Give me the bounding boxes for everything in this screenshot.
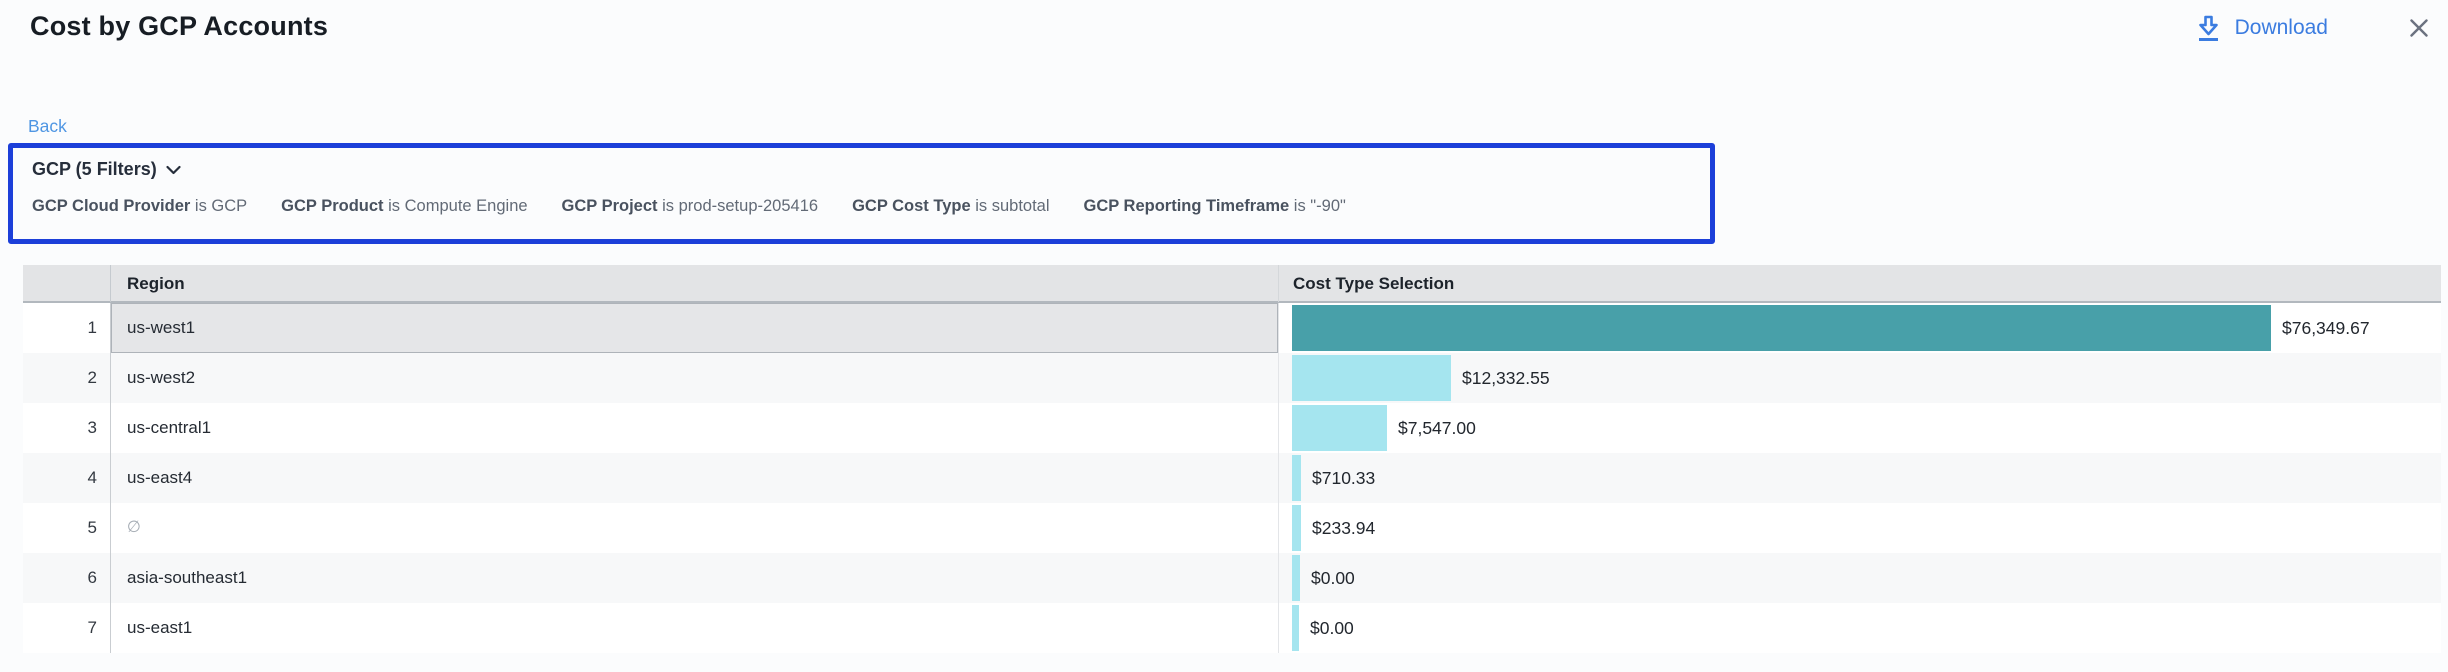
filter-name: GCP Project <box>562 197 658 215</box>
table-row[interactable]: 1us-west1 $76,349.67 <box>23 303 2441 353</box>
filter-item: GCP Cost Type is subtotal <box>852 197 1049 216</box>
table-row[interactable]: 6asia-southeast1 $0.00 <box>23 553 2441 603</box>
back-link[interactable]: Back <box>28 116 67 137</box>
table-row[interactable]: 7us-east1 $0.00 <box>23 603 2441 653</box>
close-icon <box>2409 18 2429 38</box>
page-title: Cost by GCP Accounts <box>30 11 328 42</box>
cost-report-panel: Cost by GCP Accounts Download Back GCP (… <box>0 0 2448 672</box>
cost-value: $0.00 <box>1311 568 1355 589</box>
cost-bar <box>1292 455 1301 501</box>
row-number: 3 <box>23 403 110 453</box>
region-cell[interactable]: us-central1 <box>110 403 1278 453</box>
filter-name: GCP Product <box>281 197 383 215</box>
region-cell[interactable]: us-east1 <box>110 603 1278 653</box>
cost-bar <box>1292 305 2271 351</box>
filter-item: GCP Product is Compute Engine <box>281 197 527 216</box>
close-button[interactable] <box>2406 15 2432 41</box>
cost-value: $710.33 <box>1312 468 1375 489</box>
cost-bar <box>1292 405 1387 451</box>
cost-value: $0.00 <box>1310 618 1354 639</box>
region-cell[interactable]: ∅ <box>110 503 1278 553</box>
cost-cell: $12,332.55 <box>1278 353 2441 403</box>
cost-value: $7,547.00 <box>1398 418 1476 439</box>
cost-bar <box>1292 355 1451 401</box>
chevron-down-icon <box>166 165 181 175</box>
table-body: 1us-west1$76,349.672us-west2$12,332.553u… <box>23 303 2441 653</box>
row-number: 6 <box>23 553 110 603</box>
cost-cell: $76,349.67 <box>1278 303 2441 353</box>
download-button[interactable]: Download <box>2196 14 2328 42</box>
filter-item: GCP Reporting Timeframe is "-90" <box>1084 197 1346 216</box>
cost-value: $12,332.55 <box>1462 368 1550 389</box>
region-column-header: Region <box>110 265 1278 302</box>
cost-bar <box>1292 605 1299 651</box>
region-cell[interactable]: us-west2 <box>110 353 1278 403</box>
filter-list: GCP Cloud Provider is GCP GCP Product is … <box>32 197 1710 216</box>
cost-cell: $7,547.00 <box>1278 403 2441 453</box>
filter-name: GCP Cloud Provider <box>32 197 190 215</box>
region-cell[interactable]: asia-southeast1 <box>110 553 1278 603</box>
filter-summary-toggle[interactable]: GCP (5 Filters) <box>32 159 181 180</box>
cost-value: $76,349.67 <box>2282 318 2370 339</box>
row-number: 4 <box>23 453 110 503</box>
cost-value: $233.94 <box>1312 518 1375 539</box>
table-row[interactable]: 3us-central1 $7,547.00 <box>23 403 2441 453</box>
filter-name: GCP Reporting Timeframe <box>1084 197 1290 215</box>
cost-cell: $233.94 <box>1278 503 2441 553</box>
cost-bar <box>1292 555 1300 601</box>
download-icon <box>2196 14 2221 42</box>
row-number: 2 <box>23 353 110 403</box>
filter-panel: GCP (5 Filters) GCP Cloud Provider is GC… <box>8 143 1715 244</box>
region-cell[interactable]: us-east4 <box>110 453 1278 503</box>
filter-summary-label: GCP (5 Filters) <box>32 159 157 180</box>
cost-cell: $710.33 <box>1278 453 2441 503</box>
download-label: Download <box>2235 16 2328 40</box>
row-number: 7 <box>23 603 110 653</box>
cost-bar <box>1292 505 1301 551</box>
cost-table: Region Cost Type Selection 1us-west1 $76,… <box>23 265 2441 653</box>
cost-cell: $0.00 <box>1278 603 2441 653</box>
filter-item: GCP Cloud Provider is GCP <box>32 197 247 216</box>
filter-item: GCP Project is prod-setup-205416 <box>562 197 819 216</box>
row-number: 5 <box>23 503 110 553</box>
table-row[interactable]: 2us-west2 $12,332.55 <box>23 353 2441 403</box>
row-number: 1 <box>23 303 110 353</box>
filter-name: GCP Cost Type <box>852 197 971 215</box>
row-number-header <box>23 265 110 302</box>
table-row[interactable]: 5∅ $233.94 <box>23 503 2441 553</box>
region-cell[interactable]: us-west1 <box>110 303 1278 353</box>
cost-column-header: Cost Type Selection <box>1278 265 2441 302</box>
table-row[interactable]: 4us-east4 $710.33 <box>23 453 2441 503</box>
cost-cell: $0.00 <box>1278 553 2441 603</box>
table-header-row: Region Cost Type Selection <box>23 265 2441 303</box>
top-actions: Download <box>2196 14 2432 42</box>
